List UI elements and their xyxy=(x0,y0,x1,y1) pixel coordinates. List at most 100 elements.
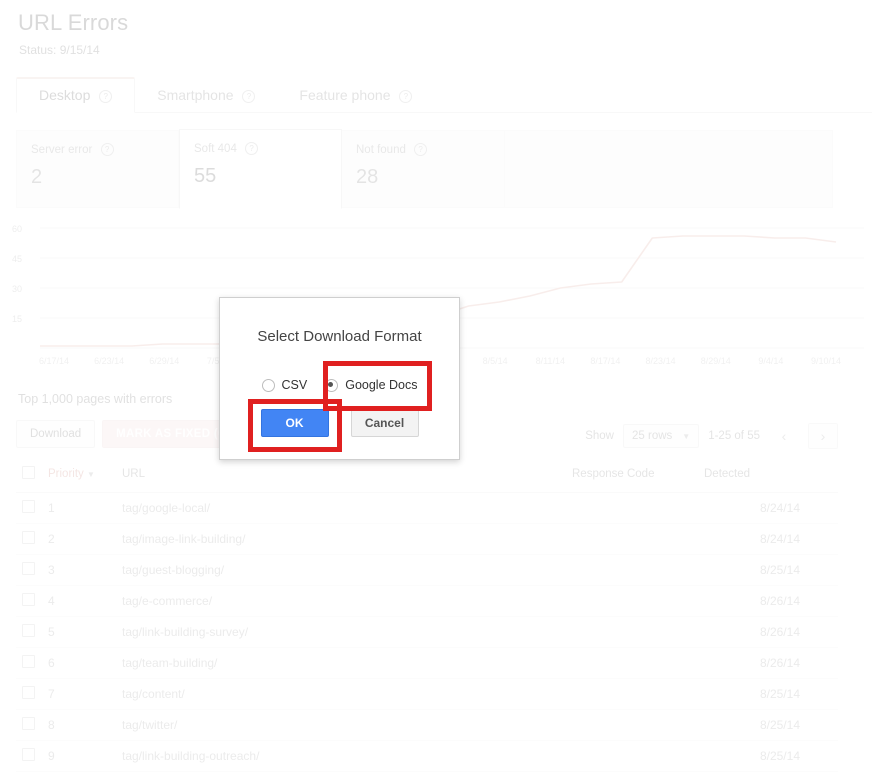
chevron-left-icon: ‹ xyxy=(781,428,787,444)
radio-google-docs-icon[interactable] xyxy=(325,378,339,392)
card-soft-404-value: 55 xyxy=(194,165,217,187)
device-tab-bar: Desktop ? Smartphone ? Feature phone ? xyxy=(16,77,872,113)
row-select-cell[interactable] xyxy=(16,740,48,772)
row-select-cell[interactable] xyxy=(16,709,48,741)
table-row[interactable]: 5 tag/link-building-survey/8/26/14 xyxy=(16,616,838,648)
card-soft-404[interactable]: Soft 404 ? 55 xyxy=(179,129,342,209)
radio-csv-icon[interactable] xyxy=(261,378,275,392)
select-all-header[interactable] xyxy=(16,460,48,493)
row-select-cell[interactable] xyxy=(16,492,48,524)
column-header-response-code[interactable]: Response Code xyxy=(572,460,704,493)
select-all-checkbox[interactable] xyxy=(22,466,35,479)
chart-x-tick-label: 9/10/14 xyxy=(811,356,841,366)
card-server-error-label: Server error xyxy=(31,144,93,156)
column-header-detected[interactable]: Detected xyxy=(704,460,838,493)
cell-priority: 2 xyxy=(48,523,122,555)
cell-url[interactable]: tag/content/ xyxy=(122,678,572,710)
column-header-url[interactable]: URL xyxy=(122,460,572,493)
rows-per-page-select[interactable]: 25 rows ▼ xyxy=(623,424,700,448)
table-row[interactable]: 3 tag/guest-blogging/8/25/14 xyxy=(16,554,838,586)
card-not-found-value: 28 xyxy=(356,166,379,188)
row-select-cell[interactable] xyxy=(16,585,48,617)
cell-response-code xyxy=(572,523,704,555)
chart-x-tick-label: 8/11/14 xyxy=(536,356,565,366)
cell-response-code xyxy=(572,616,704,648)
row-checkbox[interactable] xyxy=(22,717,35,730)
cell-url[interactable]: tag/image-link-building/ xyxy=(122,523,572,555)
chart-x-tick-label: 6/23/14 xyxy=(94,356,124,366)
cell-response-code xyxy=(572,709,704,741)
table-header-row: Priority ▼ URL Response Code Detected xyxy=(16,460,838,493)
cell-url[interactable]: tag/guest-blogging/ xyxy=(122,554,572,586)
tab-desktop[interactable]: Desktop ? xyxy=(16,77,136,113)
cell-priority: 1 xyxy=(48,492,122,524)
row-checkbox[interactable] xyxy=(22,500,35,513)
table-row[interactable]: 1 tag/google-local/8/24/14 xyxy=(16,492,838,524)
chart-y-tick-label: 45 xyxy=(12,254,22,264)
cell-url[interactable]: tag/team-building/ xyxy=(122,647,572,679)
chart-x-tick-label: 8/29/14 xyxy=(701,356,731,366)
row-select-cell[interactable] xyxy=(16,554,48,586)
cell-url[interactable]: tag/twitter/ xyxy=(122,709,572,741)
tab-feature-phone[interactable]: Feature phone ? xyxy=(277,79,434,112)
row-checkbox[interactable] xyxy=(22,686,35,699)
row-select-cell[interactable] xyxy=(16,678,48,710)
ok-button[interactable]: OK xyxy=(260,409,329,437)
question-mark-icon[interactable]: ? xyxy=(99,90,113,103)
cell-priority: 6 xyxy=(48,647,122,679)
radio-option-csv[interactable]: CSV xyxy=(256,376,314,394)
row-checkbox[interactable] xyxy=(22,531,35,544)
question-mark-icon[interactable]: ? xyxy=(399,90,413,103)
cell-priority: 7 xyxy=(48,678,122,710)
table-row[interactable]: 6 tag/team-building/8/26/14 xyxy=(16,647,838,679)
prev-page-button[interactable]: ‹ xyxy=(769,423,799,449)
next-page-button[interactable]: › xyxy=(808,423,838,449)
chart-x-tick-label: 6/17/14 xyxy=(39,356,69,366)
cell-detected: 8/25/14 xyxy=(704,678,838,710)
cancel-button[interactable]: Cancel xyxy=(350,409,419,437)
tab-smartphone-label: Smartphone xyxy=(157,87,234,103)
cell-url[interactable]: tag/link-building-outreach/ xyxy=(122,740,572,772)
row-checkbox[interactable] xyxy=(22,593,35,606)
row-checkbox[interactable] xyxy=(22,562,35,575)
card-soft-404-label: Soft 404 xyxy=(194,143,237,155)
tab-feature-phone-label: Feature phone xyxy=(299,87,391,103)
card-label: Server error ? xyxy=(31,143,178,156)
chart-x-tick-label: 6/29/14 xyxy=(149,356,179,366)
row-select-cell[interactable] xyxy=(16,616,48,648)
chart-y-tick-label: 30 xyxy=(12,284,22,294)
question-mark-icon[interactable]: ? xyxy=(100,143,114,156)
row-checkbox[interactable] xyxy=(22,748,35,761)
table-row[interactable]: 4 tag/e-commerce/8/26/14 xyxy=(16,585,838,617)
card-server-error[interactable]: Server error ? 2 xyxy=(16,130,179,208)
cell-response-code xyxy=(572,647,704,679)
cell-url[interactable]: tag/google-local/ xyxy=(122,492,572,524)
table-row[interactable]: 9 tag/link-building-outreach/8/25/14 xyxy=(16,740,838,772)
radio-option-google-docs[interactable]: Google Docs xyxy=(319,376,423,394)
cell-url[interactable]: tag/link-building-survey/ xyxy=(122,616,572,648)
radio-option-csv-label: CSV xyxy=(281,378,308,392)
card-not-found[interactable]: Not found ? 28 xyxy=(342,130,505,208)
download-button[interactable]: Download xyxy=(16,420,96,448)
table-row[interactable]: 7 tag/content/8/25/14 xyxy=(16,678,838,710)
row-checkbox[interactable] xyxy=(22,624,35,637)
dialog-button-row: OK Cancel xyxy=(220,409,459,437)
card-server-error-value: 2 xyxy=(31,166,43,188)
row-select-cell[interactable] xyxy=(16,523,48,555)
caret-down-icon: ▼ xyxy=(86,470,95,479)
row-select-cell[interactable] xyxy=(16,647,48,679)
table-row[interactable]: 8 tag/twitter/8/25/14 xyxy=(16,709,838,741)
question-mark-icon[interactable]: ? xyxy=(245,142,259,155)
cell-url[interactable]: tag/e-commerce/ xyxy=(122,585,572,617)
question-mark-icon[interactable]: ? xyxy=(414,143,428,156)
row-checkbox[interactable] xyxy=(22,655,35,668)
cell-detected: 8/25/14 xyxy=(704,740,838,772)
cell-priority: 5 xyxy=(48,616,122,648)
error-type-cards: Server error ? 2 Soft 404 ? 55 Not found… xyxy=(16,129,833,209)
column-header-priority[interactable]: Priority ▼ xyxy=(48,460,122,493)
tab-smartphone[interactable]: Smartphone ? xyxy=(135,79,277,112)
question-mark-icon[interactable]: ? xyxy=(242,90,256,103)
radio-option-google-docs-label: Google Docs xyxy=(345,378,418,392)
table-row[interactable]: 2 tag/image-link-building/8/24/14 xyxy=(16,523,838,555)
cell-detected: 8/24/14 xyxy=(704,492,838,524)
